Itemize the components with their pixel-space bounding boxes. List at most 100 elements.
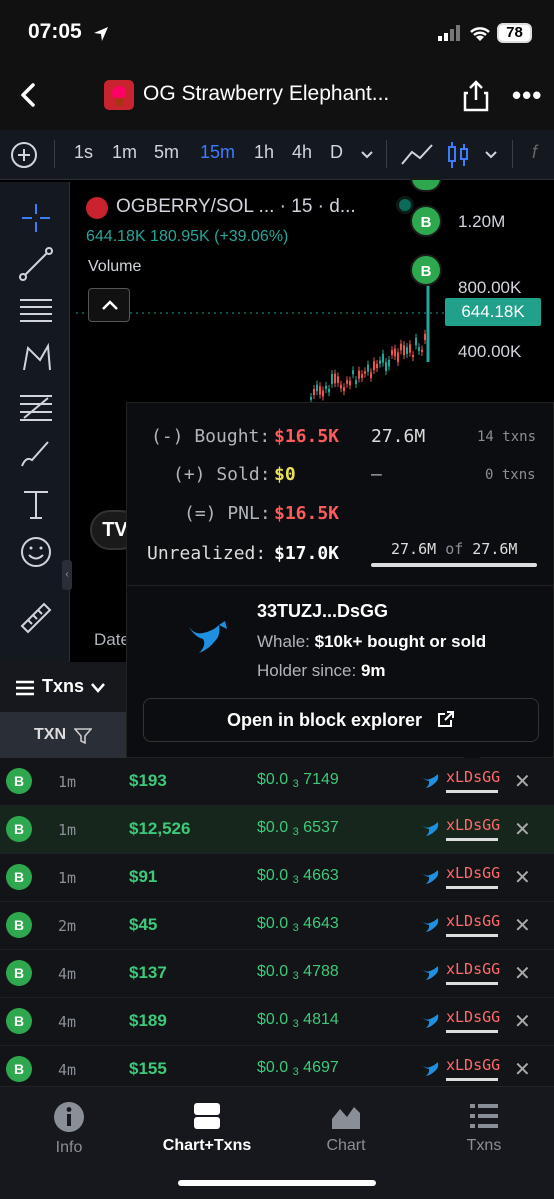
interval-5m[interactable]: 5m: [154, 142, 179, 163]
table-row[interactable]: B 4m $137 $0.0 3 4788 xLDsGG ✕: [0, 950, 554, 998]
popup-divider: [127, 585, 554, 586]
hide-row-icon[interactable]: ✕: [514, 961, 531, 986]
brush-icon[interactable]: [18, 436, 54, 472]
bought-value: $16.5K: [274, 426, 340, 447]
interval-15m[interactable]: 15m: [200, 142, 235, 163]
token-logo: [104, 80, 134, 110]
whale-icon: [421, 822, 439, 836]
candle: [340, 384, 342, 389]
candle: [385, 362, 387, 371]
whale-icon: [421, 1062, 439, 1076]
txn-column-header[interactable]: TXN: [0, 712, 126, 758]
horizontal-lines-icon[interactable]: [18, 292, 54, 328]
candle: [421, 349, 423, 352]
table-row[interactable]: B 1m $91 $0.0 3 4663 xLDsGG ✕: [0, 854, 554, 902]
table-row[interactable]: B 1m $12,526 $0.0 3 6537 xLDsGG ✕: [0, 806, 554, 854]
maker-link[interactable]: xLDsGG: [446, 960, 500, 978]
y-axis-label: 800.00K: [458, 278, 522, 297]
back-arrow-icon[interactable]: [14, 80, 44, 110]
candle: [319, 386, 321, 395]
maker-underline: [446, 1030, 498, 1033]
txn-price: $0.0 3 4663: [257, 867, 339, 886]
whale-icon: [421, 1014, 439, 1028]
table-row[interactable]: B 2m $45 $0.0 3 4643 xLDsGG ✕: [0, 902, 554, 950]
table-row[interactable]: B 1m $193 $0.0 3 7149 xLDsGG ✕: [0, 758, 554, 806]
hide-row-icon[interactable]: ✕: [514, 865, 531, 890]
hide-row-icon[interactable]: ✕: [514, 1057, 531, 1082]
whale-info: Whale: $10k+ bought or sold: [257, 632, 487, 651]
fib-retracement-icon[interactable]: [18, 388, 54, 424]
maker-link[interactable]: xLDsGG: [446, 816, 500, 834]
candle: [388, 360, 390, 367]
interval-4h[interactable]: 4h: [292, 142, 312, 163]
share-icon[interactable]: [462, 80, 490, 112]
candle: [331, 373, 333, 384]
buy-marker[interactable]: B: [410, 205, 442, 237]
line-chart-icon[interactable]: [400, 142, 434, 168]
hide-row-icon[interactable]: ✕: [514, 817, 531, 842]
bought-tokens: 27.6M: [371, 426, 426, 447]
maker-link[interactable]: xLDsGG: [446, 768, 500, 786]
maker-link[interactable]: xLDsGG: [446, 1008, 500, 1026]
chart-toolbar: 1s 1m 5m 15m 1h 4h D f: [0, 130, 554, 180]
table-row[interactable]: B 4m $189 $0.0 3 4814 xLDsGG ✕: [0, 998, 554, 1046]
wallet-address[interactable]: 33TUZJ...DsGG: [257, 601, 388, 622]
add-indicator-icon[interactable]: [10, 141, 38, 169]
menu-icon: [16, 680, 34, 696]
interval-1m[interactable]: 1m: [112, 142, 137, 163]
interval-1s[interactable]: 1s: [74, 142, 93, 163]
open-block-explorer-button[interactable]: Open in block explorer: [143, 698, 539, 742]
maker-link[interactable]: xLDsGG: [446, 864, 500, 882]
pair-title[interactable]: OGBERRY/SOL ... · 15 · d...: [116, 196, 356, 218]
trend-line-icon[interactable]: [18, 246, 54, 282]
maker-link[interactable]: xLDsGG: [446, 912, 500, 930]
whale-icon: [421, 918, 439, 932]
candle: [424, 333, 426, 341]
candles-group: [310, 329, 426, 404]
whale-icon: [421, 966, 439, 980]
maker-underline: [446, 838, 498, 841]
crosshair-icon[interactable]: [18, 200, 54, 236]
emoji-icon[interactable]: [18, 534, 54, 570]
sold-txns: 0 txns: [485, 467, 536, 483]
more-options-icon[interactable]: •••: [512, 80, 542, 111]
indicators-fx-icon[interactable]: f: [532, 142, 537, 163]
hide-row-icon[interactable]: ✕: [514, 913, 531, 938]
collapse-legend-button[interactable]: [88, 288, 130, 322]
text-tool-icon[interactable]: [18, 486, 54, 522]
ruler-icon[interactable]: [18, 600, 54, 636]
interval-d[interactable]: D: [330, 142, 343, 163]
buy-marker[interactable]: B: [410, 254, 442, 286]
home-indicator: [178, 1180, 376, 1186]
battery-indicator: 78: [497, 23, 532, 43]
toolbar-divider: [54, 140, 55, 168]
txn-price: $0.0 3 4643: [257, 915, 339, 934]
pattern-tool-icon[interactable]: [18, 340, 54, 376]
nav-info[interactable]: Info: [0, 1101, 138, 1157]
app-header: OG Strawberry Elephant... •••: [0, 68, 554, 130]
nav-chart[interactable]: Chart: [277, 1101, 415, 1155]
txn-price: $0.0 3 4697: [257, 1059, 339, 1078]
y-axis-label: 1.20M: [458, 212, 506, 231]
filter-icon[interactable]: [74, 727, 92, 745]
nav-txns[interactable]: Txns: [415, 1101, 553, 1155]
chevron-down-icon[interactable]: [360, 150, 374, 160]
interval-1h[interactable]: 1h: [254, 142, 274, 163]
txn-age: 1m: [58, 773, 77, 791]
wifi-icon: [470, 27, 490, 41]
whale-icon: [189, 621, 227, 653]
candle: [316, 384, 318, 392]
candlestick-icon[interactable]: [446, 140, 470, 170]
chevron-down-icon[interactable]: [484, 150, 498, 160]
hide-row-icon[interactable]: ✕: [514, 1009, 531, 1034]
hide-row-icon[interactable]: ✕: [514, 769, 531, 794]
bought-txns: 14 txns: [477, 429, 537, 445]
maker-link[interactable]: xLDsGG: [446, 1056, 500, 1074]
nav-chart-txns[interactable]: Chart+Txns: [138, 1101, 276, 1155]
signal-icon: [438, 25, 460, 41]
unrealized-label: Unrealized:: [147, 543, 267, 564]
collapse-tools-handle[interactable]: ‹: [62, 560, 72, 590]
txn-age: 4m: [58, 965, 77, 983]
maker-underline: [446, 1078, 498, 1081]
txns-tab-header[interactable]: Txns: [0, 662, 126, 712]
